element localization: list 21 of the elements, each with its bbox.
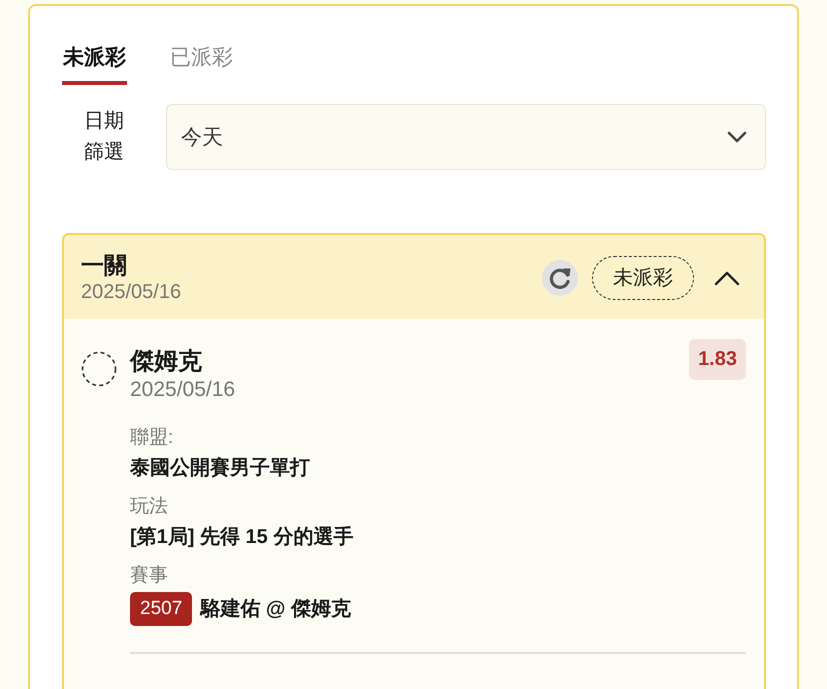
field-label: 玩法: [130, 495, 168, 519]
field-value: 駱建佑 @ 傑姆克: [200, 597, 351, 622]
field-value: 泰國公開賽男子單打: [130, 456, 310, 481]
refresh-icon[interactable]: [542, 260, 578, 296]
pending-status-icon: [81, 351, 117, 387]
tab[interactable]: 未派彩: [62, 44, 127, 85]
date-select[interactable]: 今天: [166, 104, 766, 170]
chevron-up-icon: [714, 270, 740, 286]
field-value: [第1局] 先得 15 分的選手: [130, 525, 354, 550]
bet-type: 一關: [81, 251, 127, 279]
bet-date: 2025/05/16: [81, 280, 182, 305]
chevron-down-icon: [727, 131, 747, 143]
selection-date: 2025/05/16: [130, 377, 236, 403]
filter-label: 日期篩選: [83, 109, 125, 165]
tab[interactable]: 已派彩: [169, 44, 234, 85]
event-code-badge: 2507: [130, 592, 192, 626]
odds-badge: 1.83: [689, 339, 746, 380]
field-label: 賽事: [130, 564, 168, 588]
status-badge: 未派彩: [592, 256, 694, 300]
field-label: 聯盟:: [130, 426, 174, 450]
selection-name: 傑姆克: [130, 347, 202, 377]
